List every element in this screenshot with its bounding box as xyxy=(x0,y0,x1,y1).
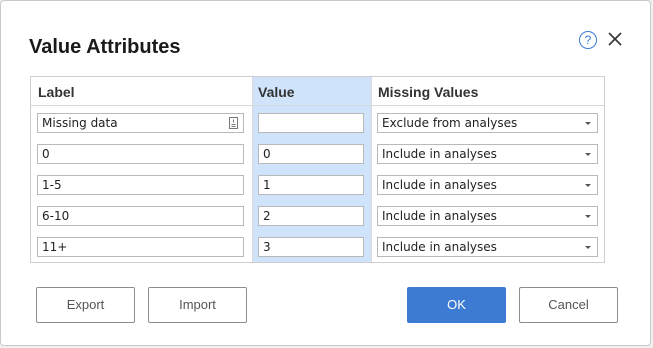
value-field[interactable] xyxy=(258,113,364,133)
missing-values-text: Include in analyses xyxy=(382,178,497,192)
missing-values-text: Include in analyses xyxy=(382,209,497,223)
dialog-title: Value Attributes xyxy=(29,36,181,58)
header-missing-values: Missing Values xyxy=(378,84,479,100)
chevron-down-icon xyxy=(585,246,591,249)
import-button[interactable]: Import xyxy=(148,287,247,323)
missing-values-text: Include in analyses xyxy=(382,147,497,161)
chevron-down-icon xyxy=(585,184,591,187)
value-field[interactable]: 1 xyxy=(258,175,364,195)
value-attributes-dialog: Value Attributes ? Label Value Missing V… xyxy=(0,0,651,346)
field-options-icon[interactable] xyxy=(229,117,238,129)
chevron-down-icon xyxy=(585,215,591,218)
header-divider xyxy=(31,105,604,106)
label-field[interactable]: 6-10 xyxy=(37,206,244,226)
chevron-down-icon xyxy=(585,122,591,125)
header-label: Label xyxy=(38,84,75,100)
ok-button[interactable]: OK xyxy=(407,287,506,323)
missing-values-text: Include in analyses xyxy=(382,240,497,254)
value-field[interactable]: 3 xyxy=(258,237,364,257)
value-field[interactable]: 0 xyxy=(258,144,364,164)
value-field[interactable]: 2 xyxy=(258,206,364,226)
label-field[interactable]: 0 xyxy=(37,144,244,164)
help-icon[interactable]: ? xyxy=(579,31,597,49)
cancel-button[interactable]: Cancel xyxy=(519,287,618,323)
missing-values-select[interactable]: Include in analyses xyxy=(377,175,598,195)
export-button[interactable]: Export xyxy=(36,287,135,323)
missing-values-text: Exclude from analyses xyxy=(382,116,518,130)
header-value: Value xyxy=(258,84,295,100)
label-field[interactable]: Missing data xyxy=(37,113,244,133)
missing-values-select[interactable]: Include in analyses xyxy=(377,144,598,164)
label-field[interactable]: 11+ xyxy=(37,237,244,257)
chevron-down-icon xyxy=(585,153,591,156)
close-icon[interactable] xyxy=(606,30,624,48)
missing-values-select[interactable]: Include in analyses xyxy=(377,237,598,257)
missing-values-select[interactable]: Include in analyses xyxy=(377,206,598,226)
missing-values-select[interactable]: Exclude from analyses xyxy=(377,113,598,133)
label-text: Missing data xyxy=(42,116,118,130)
value-attributes-table: Label Value Missing Values Missing data … xyxy=(30,76,605,263)
label-field[interactable]: 1-5 xyxy=(37,175,244,195)
